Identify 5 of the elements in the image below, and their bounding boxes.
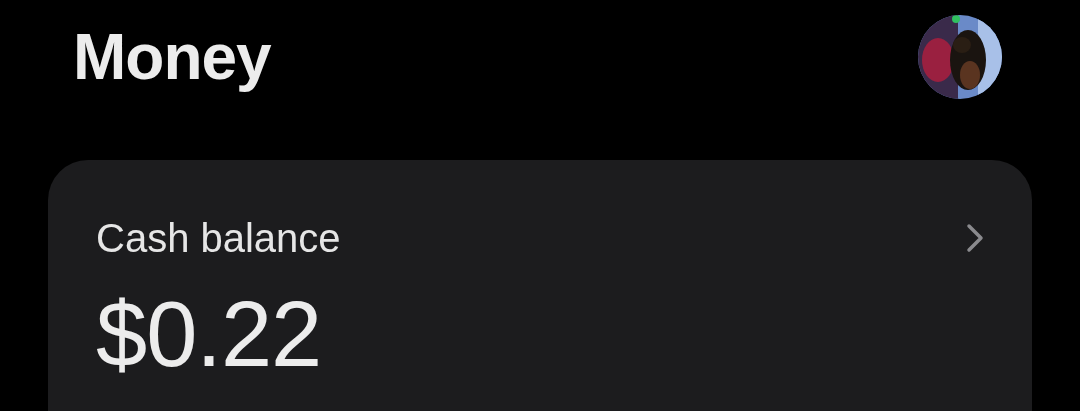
chevron-right-icon [966, 223, 984, 253]
page-title: Money [73, 20, 271, 94]
cash-balance-label: Cash balance [96, 215, 341, 262]
cash-balance-card[interactable]: Cash balance $0.22 [48, 160, 1032, 411]
balance-amount: $0.22 [96, 284, 323, 384]
